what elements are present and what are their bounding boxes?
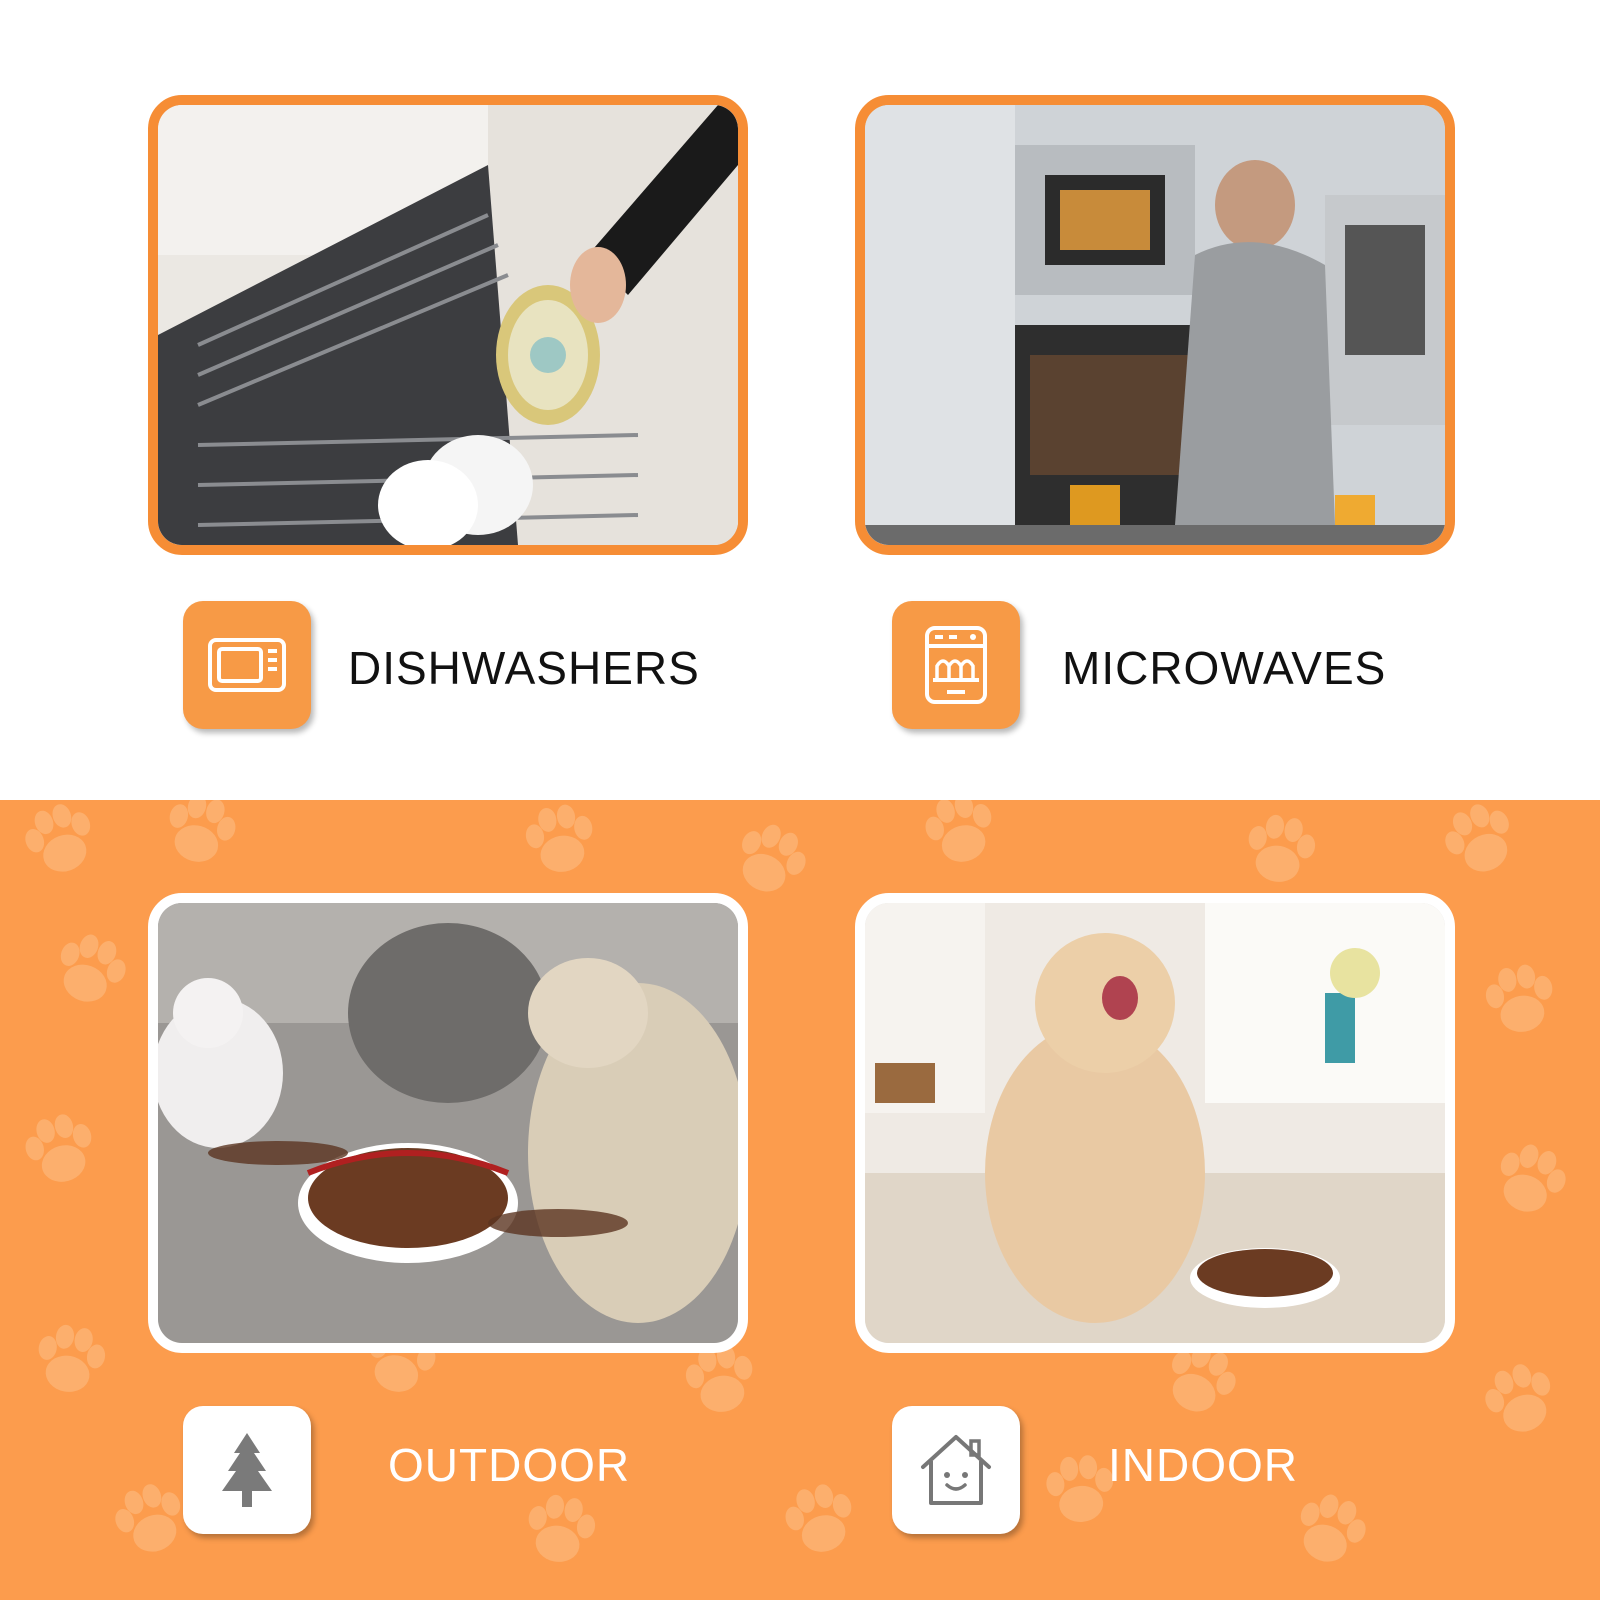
outdoor-icon-tile [183,1406,311,1534]
dishwashers-label: DISHWASHERS [348,642,700,694]
outdoor-label: OUTDOOR [388,1439,631,1491]
indoor-cat-photo [855,893,1455,1353]
microwave-icon [208,638,286,692]
dishwashers-icon-tile [183,601,311,729]
microwaves-icon-tile [892,601,1020,729]
indoor-label: INDOOR [1108,1439,1298,1491]
dishwasher-photo [148,95,748,555]
top-section: DISHWASHERS MICROWAVES [0,0,1600,800]
pine-tree-icon [222,1433,272,1507]
indoor-icon-tile [892,1406,1020,1534]
microwaves-label: MICROWAVES [1062,642,1387,694]
outdoor-cats-photo [148,893,748,1353]
microwave-photo [855,95,1455,555]
dishwasher-icon [925,626,987,704]
house-smile-icon [921,1435,991,1505]
